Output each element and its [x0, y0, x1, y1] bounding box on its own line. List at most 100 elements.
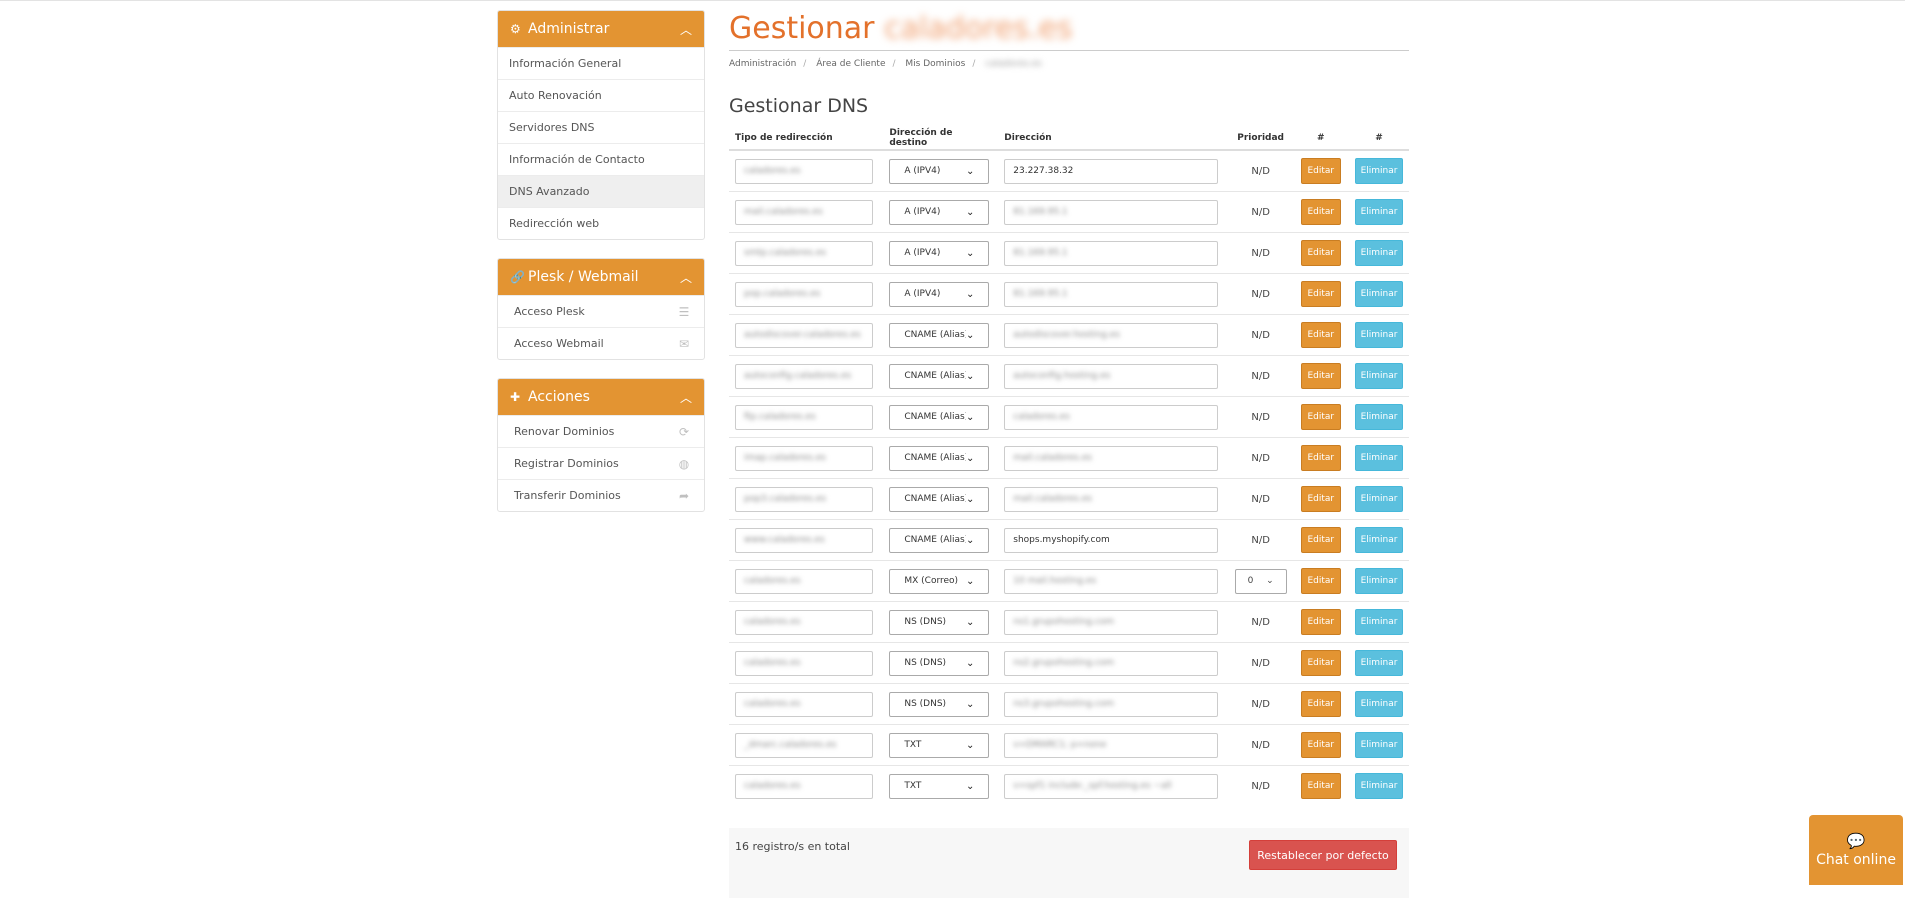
- record-type-select[interactable]: CNAME (Alias) ⌄: [889, 363, 990, 389]
- record-name-input[interactable]: mail.caladores.es: [735, 199, 873, 225]
- reset-default-button[interactable]: Restablecer por defecto: [1249, 840, 1397, 870]
- record-address-input[interactable]: ns1.grupohosting.com: [1004, 609, 1219, 635]
- record-name-input[interactable]: caladores.es: [735, 650, 873, 676]
- record-address-input[interactable]: ns3.grupohosting.com: [1004, 691, 1219, 717]
- delete-button[interactable]: Eliminar: [1355, 691, 1403, 717]
- record-name-input[interactable]: autoconfig.caladores.es: [735, 363, 873, 389]
- chevron-up-icon[interactable]: ︿: [680, 21, 692, 38]
- sidebar-item-acceso-plesk[interactable]: Acceso Plesk ☰: [498, 295, 704, 327]
- sidebar-item-registrar-dominios[interactable]: Registrar Dominios ◍: [498, 447, 704, 479]
- sidebar-item-servidores-dns[interactable]: Servidores DNS: [498, 111, 704, 143]
- delete-button[interactable]: Eliminar: [1355, 240, 1403, 266]
- sidebar-item-informacion-general[interactable]: Información General: [498, 47, 704, 79]
- delete-button[interactable]: Eliminar: [1355, 609, 1403, 635]
- delete-button[interactable]: Eliminar: [1355, 486, 1403, 512]
- record-name-input[interactable]: caladores.es: [735, 568, 873, 594]
- delete-button[interactable]: Eliminar: [1355, 650, 1403, 676]
- chat-online-button[interactable]: 💬 Chat online: [1809, 815, 1903, 885]
- record-address-input[interactable]: v=DMARC1; p=none: [1004, 732, 1219, 758]
- record-type-select[interactable]: NS (DNS) ⌄: [889, 609, 990, 635]
- edit-button[interactable]: Editar: [1300, 158, 1341, 184]
- record-name-input[interactable]: _dmarc.caladores.es: [735, 732, 873, 758]
- record-name-input[interactable]: pop.caladores.es: [735, 281, 873, 307]
- record-address-input[interactable]: 23.227.38.32: [1004, 158, 1219, 184]
- edit-button[interactable]: Editar: [1300, 609, 1341, 635]
- delete-button[interactable]: Eliminar: [1355, 158, 1403, 184]
- record-name-input[interactable]: pop3.caladores.es: [735, 486, 873, 512]
- record-address-input[interactable]: v=spf1 include:_spf.hosting.es ~all: [1004, 773, 1219, 799]
- sidebar-item-renovar-dominios[interactable]: Renovar Dominios ⟳: [498, 415, 704, 447]
- panel-header-administrar[interactable]: ⚙ Administrar ︿: [498, 11, 704, 47]
- sidebar-item-dns-avanzado[interactable]: DNS Avanzado: [498, 175, 704, 207]
- sidebar-item-auto-renovacion[interactable]: Auto Renovación: [498, 79, 704, 111]
- record-type-select[interactable]: NS (DNS) ⌄: [889, 650, 990, 676]
- record-type-select[interactable]: CNAME (Alias) ⌄: [889, 527, 990, 553]
- edit-button[interactable]: Editar: [1300, 404, 1341, 430]
- record-type-select[interactable]: A (IPV4) ⌄: [889, 281, 990, 307]
- record-address-input[interactable]: autoconfig.hosting.es: [1004, 363, 1219, 389]
- record-address-input[interactable]: mail.caladores.es: [1004, 445, 1219, 471]
- delete-button[interactable]: Eliminar: [1355, 281, 1403, 307]
- record-address-input[interactable]: 81.169.95.1: [1004, 199, 1219, 225]
- chevron-up-icon[interactable]: ︿: [680, 389, 692, 406]
- record-type-select[interactable]: MX (Correo) ⌄: [889, 568, 990, 594]
- edit-button[interactable]: Editar: [1300, 445, 1341, 471]
- delete-button[interactable]: Eliminar: [1355, 773, 1403, 799]
- edit-button[interactable]: Editar: [1300, 732, 1341, 758]
- breadcrumb-item[interactable]: Área de Cliente: [816, 59, 885, 69]
- delete-button[interactable]: Eliminar: [1355, 363, 1403, 389]
- sidebar-item-acceso-webmail[interactable]: Acceso Webmail ✉: [498, 327, 704, 359]
- record-address-input[interactable]: shops.myshopify.com: [1004, 527, 1219, 553]
- edit-button[interactable]: Editar: [1300, 650, 1341, 676]
- delete-button[interactable]: Eliminar: [1355, 322, 1403, 348]
- record-name-input[interactable]: ftp.caladores.es: [735, 404, 873, 430]
- record-address-input[interactable]: caladores.es: [1004, 404, 1219, 430]
- record-address-input[interactable]: mail.caladores.es: [1004, 486, 1219, 512]
- record-name-input[interactable]: imap.caladores.es: [735, 445, 873, 471]
- record-name-input[interactable]: www.caladores.es: [735, 527, 873, 553]
- delete-button[interactable]: Eliminar: [1355, 527, 1403, 553]
- edit-button[interactable]: Editar: [1300, 568, 1341, 594]
- sidebar-item-informacion-contacto[interactable]: Información de Contacto: [498, 143, 704, 175]
- chevron-up-icon[interactable]: ︿: [680, 269, 692, 286]
- record-name-input[interactable]: smtp.caladores.es: [735, 240, 873, 266]
- record-type-select[interactable]: A (IPV4) ⌄: [889, 199, 990, 225]
- record-type-select[interactable]: TXT ⌄: [889, 773, 990, 799]
- record-address-input[interactable]: 10 mail.hosting.es: [1004, 568, 1219, 594]
- edit-button[interactable]: Editar: [1300, 773, 1341, 799]
- record-name-input[interactable]: autodiscover.caladores.es: [735, 322, 873, 348]
- record-type-select[interactable]: TXT ⌄: [889, 732, 990, 758]
- edit-button[interactable]: Editar: [1300, 322, 1341, 348]
- record-name-input[interactable]: caladores.es: [735, 773, 873, 799]
- sidebar-item-redireccion-web[interactable]: Redirección web: [498, 207, 704, 239]
- priority-select[interactable]: 0 ⌄: [1234, 568, 1287, 594]
- edit-button[interactable]: Editar: [1300, 240, 1341, 266]
- edit-button[interactable]: Editar: [1300, 363, 1341, 389]
- record-name-input[interactable]: caladores.es: [735, 609, 873, 635]
- record-type-select[interactable]: CNAME (Alias) ⌄: [889, 322, 990, 348]
- delete-button[interactable]: Eliminar: [1355, 199, 1403, 225]
- panel-header-plesk-webmail[interactable]: 🔗 Plesk / Webmail ︿: [498, 259, 704, 295]
- edit-button[interactable]: Editar: [1300, 691, 1341, 717]
- panel-header-acciones[interactable]: ✚ Acciones ︿: [498, 379, 704, 415]
- edit-button[interactable]: Editar: [1300, 486, 1341, 512]
- record-address-input[interactable]: 81.169.95.1: [1004, 281, 1219, 307]
- edit-button[interactable]: Editar: [1300, 281, 1341, 307]
- record-name-input[interactable]: caladores.es: [735, 158, 873, 184]
- record-type-select[interactable]: A (IPV4) ⌄: [889, 158, 990, 184]
- record-type-select[interactable]: NS (DNS) ⌄: [889, 691, 990, 717]
- breadcrumb-item[interactable]: Administración: [729, 59, 796, 69]
- edit-button[interactable]: Editar: [1300, 199, 1341, 225]
- delete-button[interactable]: Eliminar: [1355, 732, 1403, 758]
- breadcrumb-item[interactable]: Mis Dominios: [905, 59, 965, 69]
- record-address-input[interactable]: ns2.grupohosting.com: [1004, 650, 1219, 676]
- delete-button[interactable]: Eliminar: [1355, 568, 1403, 594]
- sidebar-item-transferir-dominios[interactable]: Transferir Dominios ➦: [498, 479, 704, 511]
- record-type-select[interactable]: CNAME (Alias) ⌄: [889, 445, 990, 471]
- record-type-select[interactable]: CNAME (Alias) ⌄: [889, 404, 990, 430]
- delete-button[interactable]: Eliminar: [1355, 404, 1403, 430]
- record-type-select[interactable]: CNAME (Alias) ⌄: [889, 486, 990, 512]
- record-name-input[interactable]: caladores.es: [735, 691, 873, 717]
- record-address-input[interactable]: 81.169.95.1: [1004, 240, 1219, 266]
- record-type-select[interactable]: A (IPV4) ⌄: [889, 240, 990, 266]
